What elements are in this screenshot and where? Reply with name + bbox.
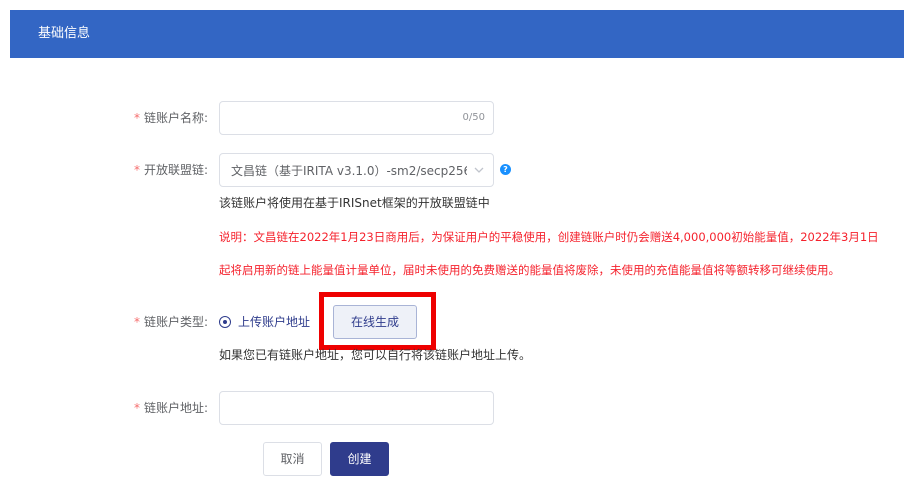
chain-select[interactable]: 文昌链（基于IRITA v3.1.0）-sm2/secp256k1	[219, 153, 494, 187]
upload-address-radio-label[interactable]: 上传账户地址	[238, 314, 310, 330]
account-type-hint: 如果您已有链账户地址，您可以自行将该链账户地址上传。	[219, 348, 532, 362]
chevron-down-icon	[474, 167, 484, 173]
account-address-label: * 链账户地址:	[133, 401, 208, 415]
highlight-annotation-box	[319, 292, 436, 350]
create-button[interactable]: 创建	[330, 442, 389, 476]
section-header: 基础信息	[10, 10, 904, 58]
required-mark: *	[133, 163, 140, 177]
cancel-button[interactable]: 取消	[263, 442, 322, 476]
char-counter: 0/50	[462, 112, 485, 123]
create-chain-account-page: 基础信息 * 链账户名称: 0/50 * 开放联盟链: 文昌链（基于IRITA v3…	[0, 0, 904, 500]
account-type-label: * 链账户类型:	[133, 315, 208, 329]
chain-hint: 该链账户将使用在基于IRISnet框架的开放联盟链中	[219, 196, 490, 210]
required-mark: *	[133, 315, 140, 329]
notice-line-2: 起将启用新的链上能量值计量单位，届时未使用的免费赠送的能量值将废除，未使用的充值…	[219, 263, 840, 277]
required-mark: *	[133, 111, 140, 125]
account-name-input[interactable]	[220, 102, 460, 134]
notice-line-1: 说明：文昌链在2022年1月23日商用后，为保证用户的平稳使用，创建链账户时仍会…	[219, 230, 879, 244]
chain-select-value: 文昌链（基于IRITA v3.1.0）-sm2/secp256k1	[231, 164, 467, 178]
account-address-field	[219, 391, 494, 425]
account-address-input[interactable]	[220, 392, 493, 424]
radio-selected-dot	[223, 320, 227, 324]
section-title: 基础信息	[38, 26, 91, 41]
required-mark: *	[133, 401, 140, 415]
account-name-label: * 链账户名称:	[133, 111, 208, 125]
upload-address-radio[interactable]	[219, 316, 231, 328]
chain-label: * 开放联盟链:	[133, 163, 208, 177]
account-name-field: 0/50	[219, 101, 494, 135]
question-circle-icon[interactable]: ?	[500, 164, 511, 175]
